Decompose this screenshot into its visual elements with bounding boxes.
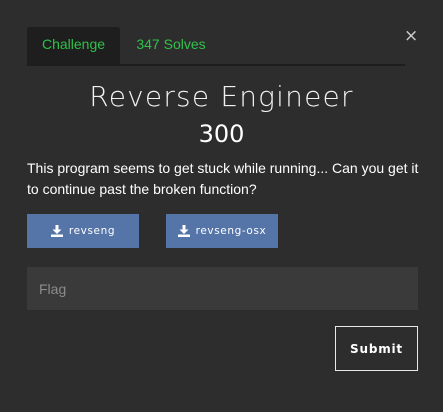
tab-solves[interactable]: 347 Solves (131, 27, 211, 64)
download-label: revseng-osx (195, 225, 267, 237)
download-revseng-osx-button[interactable]: revseng-osx (166, 214, 278, 248)
challenge-tabs: Challenge 347 Solves (27, 27, 405, 66)
download-icon (177, 225, 190, 237)
flag-input[interactable] (27, 267, 418, 310)
download-icon (50, 225, 63, 237)
challenge-points: 300 (198, 120, 245, 148)
tab-challenge[interactable]: Challenge (27, 27, 120, 64)
challenge-title: Reverse Engineer (89, 80, 354, 113)
download-revseng-button[interactable]: revseng (27, 214, 139, 248)
challenge-description: This program seems to get stuck while ru… (27, 160, 419, 197)
close-icon[interactable]: × (404, 27, 418, 45)
download-label: revseng (68, 225, 116, 237)
submit-button[interactable]: Submit (335, 326, 418, 371)
